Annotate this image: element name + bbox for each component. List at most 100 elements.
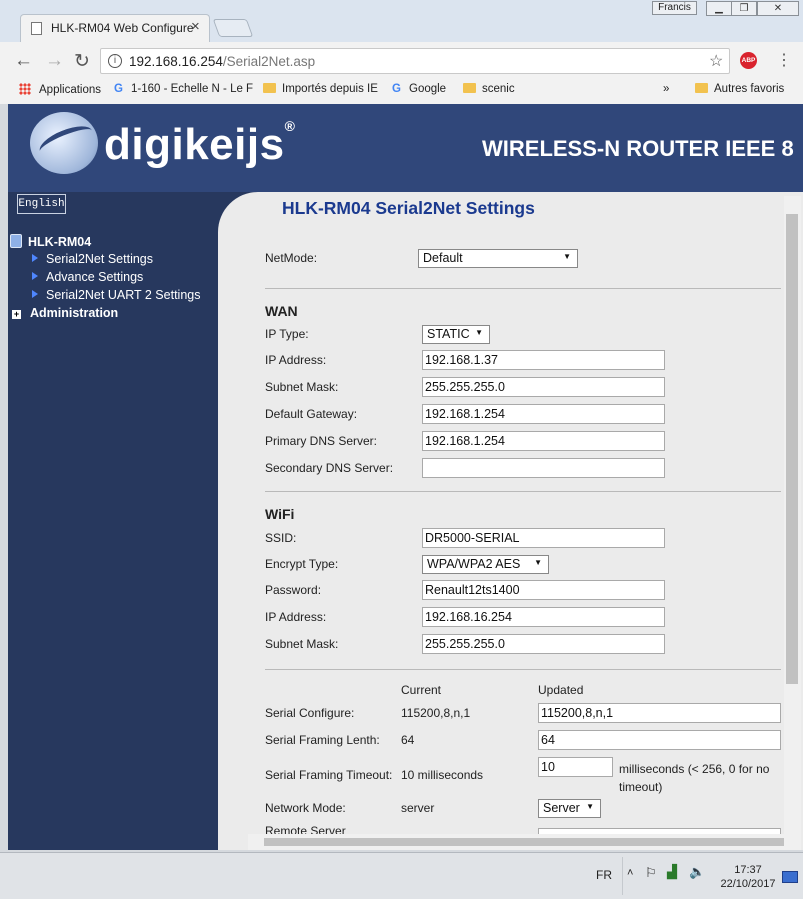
- wan-dns1-input[interactable]: 192.168.1.254: [422, 431, 665, 451]
- wan-mask-input[interactable]: 255.255.255.0: [422, 377, 665, 397]
- banner-tagline: WIRELESS-N ROUTER IEEE 8: [482, 136, 794, 161]
- wifi-ssid-input[interactable]: DR5000-SERIAL: [422, 528, 665, 548]
- divider: [265, 669, 781, 670]
- current-column-header: Current: [401, 683, 442, 697]
- netmode-label: NetMode:: [265, 251, 318, 265]
- folder-icon: [263, 83, 276, 93]
- tree-root-device[interactable]: HLK-RM04: [10, 234, 91, 249]
- wifi-encrypt-label: Encrypt Type:: [265, 557, 339, 571]
- folder-icon: [463, 83, 476, 93]
- forward-icon[interactable]: →: [45, 50, 64, 72]
- reload-icon[interactable]: ↻: [74, 50, 90, 73]
- maximize-button[interactable]: ❐: [731, 1, 757, 16]
- wifi-password-input[interactable]: Renault12ts1400: [422, 580, 665, 600]
- bookmark-star-icon[interactable]: ☆: [709, 51, 723, 71]
- arrow-icon: [32, 272, 38, 280]
- arrow-icon: [32, 290, 38, 298]
- show-desktop-icon[interactable]: [782, 871, 798, 883]
- serial-framing-length-label: Serial Framing Lenth:: [265, 733, 380, 747]
- flag-icon[interactable]: ⚐: [645, 865, 657, 881]
- serial-configure-label: Serial Configure:: [265, 706, 355, 720]
- network-mode-select[interactable]: Server ▼: [538, 799, 601, 818]
- updated-column-header: Updated: [538, 683, 584, 697]
- url-text: 192.168.16.254/Serial2Net.asp: [129, 54, 316, 69]
- dropdown-arrow-icon: ▼: [586, 802, 594, 811]
- back-icon[interactable]: ←: [14, 50, 33, 72]
- wifi-ip-input[interactable]: 192.168.16.254: [422, 607, 665, 627]
- expand-plus-icon[interactable]: +: [12, 310, 21, 319]
- wan-ip-type-label: IP Type:: [265, 327, 309, 341]
- wan-dns2-input[interactable]: [422, 458, 665, 478]
- dropdown-arrow-icon: ▼: [563, 252, 571, 261]
- clock-time: 17:37: [734, 864, 762, 876]
- volume-icon[interactable]: 🔈: [689, 864, 705, 880]
- clock[interactable]: 17:37 22/10/2017: [716, 863, 780, 891]
- settings-panel: HLK-RM04 Serial2Net Settings NetMode: De…: [218, 192, 803, 850]
- language-button[interactable]: English: [17, 194, 66, 214]
- wifi-ip-label: IP Address:: [265, 610, 327, 624]
- page-title: HLK-RM04 Serial2Net Settings: [282, 198, 535, 218]
- web-page: digikeijs® WIRELESS-N ROUTER IEEE 8 Engl…: [8, 104, 803, 850]
- close-tab-icon[interactable]: ×: [191, 18, 200, 35]
- close-window-button[interactable]: ✕: [757, 1, 799, 16]
- new-tab-button[interactable]: [212, 19, 254, 37]
- serial-framing-timeout-input[interactable]: 10: [538, 757, 613, 777]
- google-icon: G: [392, 83, 401, 95]
- show-hidden-icons-icon[interactable]: ˄: [627, 867, 633, 879]
- arrow-icon: [32, 254, 38, 262]
- serial-framing-length-input[interactable]: 64: [538, 730, 781, 750]
- horizontal-scroll-thumb[interactable]: [264, 838, 784, 846]
- minimize-button[interactable]: ▁: [706, 1, 732, 16]
- clock-date: 22/10/2017: [720, 878, 776, 890]
- wifi-heading: WiFi: [265, 506, 295, 522]
- wifi-encrypt-select[interactable]: WPA/WPA2 AES ▼: [422, 555, 549, 574]
- address-bar[interactable]: i 192.168.16.254/Serial2Net.asp ☆: [100, 48, 730, 74]
- wan-dns1-label: Primary DNS Server:: [265, 434, 378, 448]
- dropdown-arrow-icon: ▼: [534, 558, 542, 567]
- bookmark-scenic[interactable]: scenic: [463, 83, 515, 95]
- wan-mask-label: Subnet Mask:: [265, 380, 339, 394]
- bookmark-echelle[interactable]: G 1-160 - Echelle N - Le F: [114, 83, 253, 95]
- network-icon[interactable]: ▟: [667, 864, 677, 880]
- bookmark-applications[interactable]: Applications: [19, 83, 101, 96]
- tab-title: HLK-RM04 Web Configure: [51, 21, 194, 35]
- serial-framing-length-current: 64: [401, 733, 415, 747]
- sidebar-item-administration[interactable]: + Administration: [12, 306, 118, 320]
- browser-tab[interactable]: HLK-RM04 Web Configure ×: [20, 14, 210, 42]
- profile-button[interactable]: Francis: [652, 1, 697, 15]
- sidebar-item-advance-settings[interactable]: Advance Settings: [22, 270, 143, 284]
- serial-framing-timeout-current: 10 milliseconds: [401, 768, 484, 782]
- netmode-select[interactable]: Default ▼: [418, 249, 578, 268]
- wifi-mask-input[interactable]: 255.255.255.0: [422, 634, 665, 654]
- serial-configure-current: 115200,8,n,1: [401, 706, 471, 720]
- sidebar-item-serial2net-settings[interactable]: Serial2Net Settings: [22, 252, 153, 266]
- wan-gateway-input[interactable]: 192.168.1.254: [422, 404, 665, 424]
- wan-heading: WAN: [265, 303, 298, 319]
- serial-configure-input[interactable]: 115200,8,n,1: [538, 703, 781, 723]
- bookmark-imported-ie[interactable]: Importés depuis IE: [263, 83, 378, 95]
- folder-icon: [695, 83, 708, 93]
- wan-gateway-label: Default Gateway:: [265, 407, 358, 421]
- menu-dots-icon[interactable]: ⋮: [776, 50, 792, 70]
- input-language[interactable]: FR: [596, 868, 612, 882]
- dropdown-arrow-icon: ▼: [475, 328, 483, 337]
- adblock-icon[interactable]: ABP: [740, 52, 757, 69]
- info-icon[interactable]: i: [108, 54, 122, 68]
- serial-framing-timeout-label: Serial Framing Timeout:: [265, 768, 393, 782]
- more-bookmarks-button[interactable]: »: [663, 83, 669, 95]
- wan-ip-type-select[interactable]: STATIC ▼: [422, 325, 490, 344]
- bookmarks-bar: Applications G 1-160 - Echelle N - Le F I…: [0, 79, 803, 103]
- divider: [265, 288, 781, 289]
- google-icon: G: [114, 83, 123, 95]
- wifi-ssid-label: SSID:: [265, 531, 297, 545]
- bookmark-google[interactable]: G Google: [392, 83, 446, 95]
- wan-ip-label: IP Address:: [265, 353, 327, 367]
- wifi-mask-label: Subnet Mask:: [265, 637, 339, 651]
- apps-grid-icon: [19, 83, 31, 95]
- wan-dns2-label: Secondary DNS Server:: [265, 461, 394, 475]
- sidebar-item-uart2-settings[interactable]: Serial2Net UART 2 Settings: [22, 288, 200, 302]
- wan-ip-input[interactable]: 192.168.1.37: [422, 350, 665, 370]
- page-favicon-icon: [31, 22, 42, 35]
- other-bookmarks[interactable]: Autres favoris: [695, 83, 784, 95]
- vertical-scroll-thumb[interactable]: [786, 214, 798, 684]
